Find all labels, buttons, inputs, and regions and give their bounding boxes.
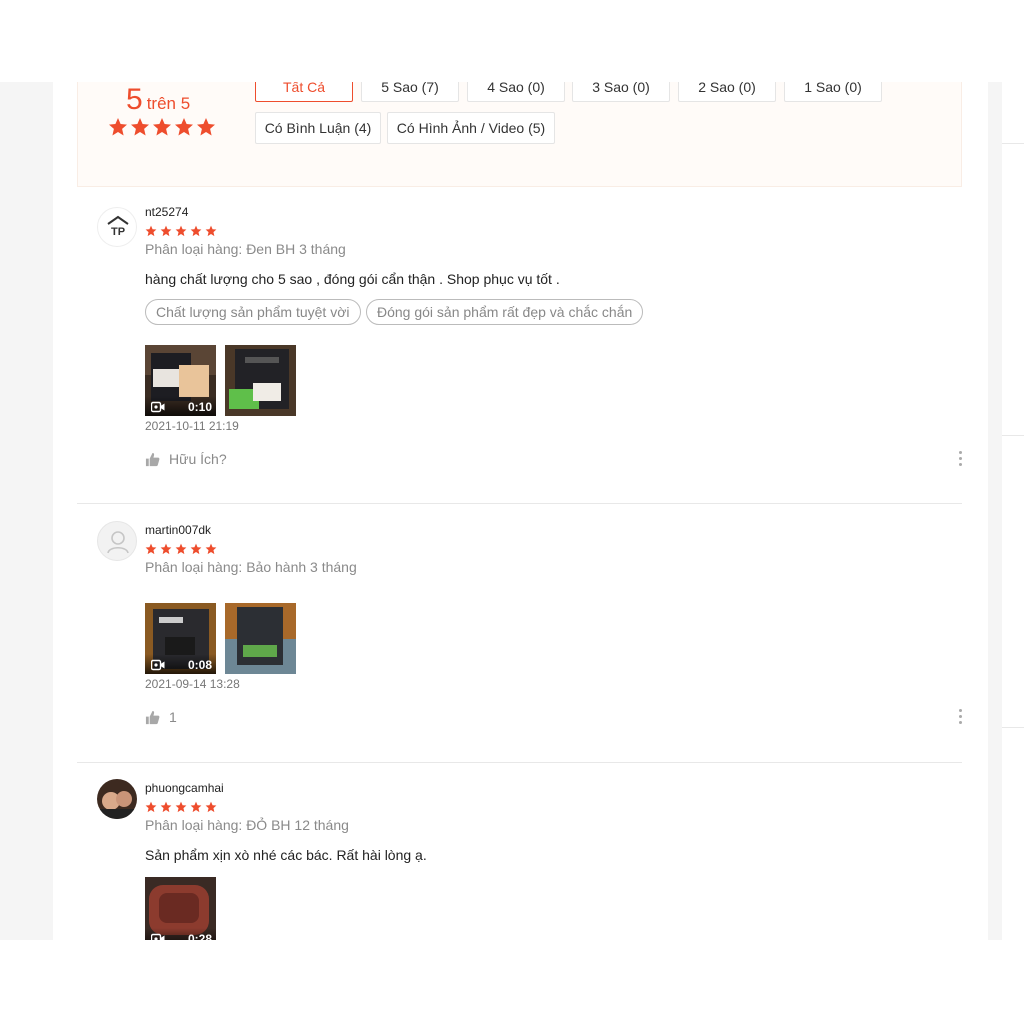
review-image-thumbnail[interactable] bbox=[225, 603, 296, 674]
filter-4-star[interactable]: 4 Sao (0) bbox=[467, 82, 565, 102]
review-variation: Phân loại hàng: Bảo hành 3 tháng bbox=[145, 559, 357, 575]
review-comment: Sản phẩm xịn xò nhé các bác. Rất hài lòn… bbox=[145, 847, 427, 863]
review-image-thumbnail[interactable] bbox=[225, 345, 296, 416]
star-icon bbox=[145, 801, 157, 813]
video-duration: 0:28 bbox=[187, 932, 212, 940]
product-photo bbox=[225, 345, 296, 416]
product-photo bbox=[225, 603, 296, 674]
review-section: 5 trên 5 Tất Cả 5 Sao (7) 4 Sao (0) 3 Sao… bbox=[0, 82, 1024, 940]
video-camera-icon bbox=[151, 933, 165, 940]
score-value: 5 bbox=[126, 83, 143, 116]
star-icon bbox=[174, 117, 194, 137]
review-tag: Đóng gói sản phẩm rất đẹp và chắc chắn bbox=[366, 299, 644, 325]
star-icon bbox=[160, 225, 172, 237]
star-icon bbox=[190, 801, 202, 813]
review-video-thumbnail[interactable]: 0:10 bbox=[145, 345, 216, 416]
review-date: 2021-09-14 13:28 bbox=[145, 677, 240, 691]
avatar[interactable] bbox=[97, 779, 137, 819]
helpful-button[interactable]: Hữu Ích? bbox=[145, 451, 227, 467]
star-icon bbox=[160, 801, 172, 813]
video-duration: 0:08 bbox=[187, 658, 212, 672]
star-icon bbox=[108, 117, 128, 137]
divider bbox=[77, 503, 962, 504]
thumbs-up-icon bbox=[145, 710, 160, 725]
user-photo bbox=[97, 779, 137, 819]
star-icon bbox=[175, 801, 187, 813]
thumbs-up-icon bbox=[145, 452, 160, 467]
ratings-panel: 5 trên 5 Tất Cả 5 Sao (7) 4 Sao (0) 3 Sao… bbox=[53, 82, 988, 940]
star-icon bbox=[145, 225, 157, 237]
helpful-button[interactable]: 1 bbox=[145, 709, 177, 725]
review-item: phuongcamhai Phân loại hàng: ĐỎ BH 12 th… bbox=[77, 763, 962, 940]
review-item: TP nt25274 Phân loại hàng: Đen BH 3 thán… bbox=[77, 187, 963, 504]
page-gutter-right bbox=[988, 82, 1002, 940]
page-gutter-left bbox=[0, 82, 53, 940]
filter-5-star[interactable]: 5 Sao (7) bbox=[361, 82, 459, 102]
helpful-label: Hữu Ích? bbox=[169, 451, 227, 467]
star-icon bbox=[152, 117, 172, 137]
score-out-of: trên 5 bbox=[146, 94, 191, 113]
tp-logo-icon: TP bbox=[107, 215, 129, 238]
review-date: 2021-10-11 21:19 bbox=[145, 419, 239, 433]
filter-1-star[interactable]: 1 Sao (0) bbox=[784, 82, 882, 102]
star-icon bbox=[205, 801, 217, 813]
star-icon bbox=[196, 117, 216, 137]
rating-summary: 5 trên 5 Tất Cả 5 Sao (7) 4 Sao (0) 3 Sao… bbox=[77, 82, 962, 187]
star-icon bbox=[175, 225, 187, 237]
video-duration: 0:10 bbox=[187, 400, 212, 414]
overall-score: 5 trên 5 bbox=[126, 83, 246, 117]
overall-stars bbox=[108, 117, 216, 137]
user-placeholder-icon bbox=[107, 531, 129, 554]
more-options-icon[interactable] bbox=[957, 709, 963, 727]
review-tag: Chất lượng sản phẩm tuyệt vời bbox=[145, 299, 361, 325]
filter-all[interactable]: Tất Cả bbox=[255, 82, 353, 102]
more-options-icon[interactable] bbox=[957, 451, 963, 469]
avatar[interactable]: TP bbox=[97, 207, 137, 247]
star-icon bbox=[160, 543, 172, 555]
review-video-thumbnail[interactable]: 0:28 bbox=[145, 877, 216, 940]
review-username[interactable]: phuongcamhai bbox=[145, 781, 224, 795]
video-camera-icon bbox=[151, 401, 165, 413]
avatar[interactable] bbox=[97, 521, 137, 561]
review-variation: Phân loại hàng: Đen BH 3 tháng bbox=[145, 241, 346, 257]
review-username[interactable]: nt25274 bbox=[145, 205, 188, 219]
filter-2-star[interactable]: 2 Sao (0) bbox=[678, 82, 776, 102]
filter-with-media[interactable]: Có Hình Ảnh / Video (5) bbox=[387, 112, 555, 144]
review-username[interactable]: martin007dk bbox=[145, 523, 211, 537]
star-icon bbox=[175, 543, 187, 555]
review-video-thumbnail[interactable]: 0:08 bbox=[145, 603, 216, 674]
svg-text:TP: TP bbox=[111, 226, 125, 238]
filter-with-comments[interactable]: Có Bình Luận (4) bbox=[255, 112, 381, 144]
review-stars bbox=[145, 543, 217, 555]
star-icon bbox=[205, 225, 217, 237]
review-stars bbox=[145, 801, 217, 813]
review-stars bbox=[145, 225, 217, 237]
helpful-count: 1 bbox=[169, 709, 177, 725]
side-column bbox=[1002, 82, 1024, 940]
review-item: martin007dk Phân loại hàng: Bảo hành 3 t… bbox=[77, 505, 962, 763]
star-icon bbox=[145, 543, 157, 555]
filter-3-star[interactable]: 3 Sao (0) bbox=[572, 82, 670, 102]
video-camera-icon bbox=[151, 659, 165, 671]
star-icon bbox=[130, 117, 150, 137]
review-comment: hàng chất lượng cho 5 sao , đóng gói cẩn… bbox=[145, 271, 560, 287]
star-icon bbox=[190, 543, 202, 555]
star-icon bbox=[205, 543, 217, 555]
star-icon bbox=[190, 225, 202, 237]
review-variation: Phân loại hàng: ĐỎ BH 12 tháng bbox=[145, 817, 349, 833]
